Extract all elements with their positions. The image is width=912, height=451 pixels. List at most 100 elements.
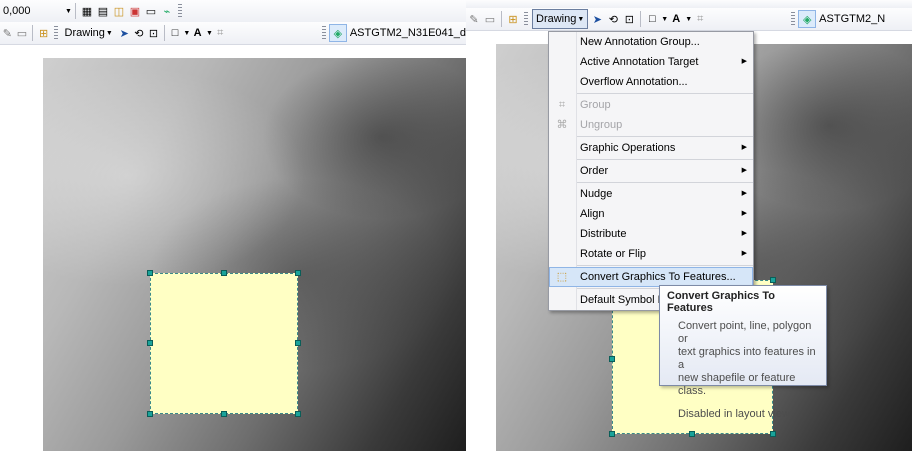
menu-item-label: Graphic Operations — [580, 142, 676, 154]
submenu-arrow-icon: ▶ — [741, 58, 747, 65]
rectangle-dropdown-arrow-icon[interactable]: ▼ — [661, 16, 668, 23]
selection-handle[interactable] — [147, 411, 153, 417]
submenu-arrow-icon: ▶ — [741, 190, 747, 197]
selection-handle[interactable] — [147, 270, 153, 276]
drawing-menu-label: Drawing — [64, 27, 105, 39]
tooltip-line: new shapefile or feature class. — [678, 372, 796, 397]
toolbar-separator — [163, 25, 165, 41]
submenu-arrow-icon: ▶ — [741, 144, 747, 151]
menu-item-label: Active Annotation Target — [580, 56, 699, 68]
tooltip-line: text graphics into features in a — [678, 346, 816, 371]
tooltip-title: Convert Graphics To Features — [667, 290, 775, 314]
layer-name-box[interactable]: ◈ ASTGTM2_N31E041_d — [328, 24, 466, 42]
arctoolbox-icon[interactable]: ▣ — [127, 3, 143, 19]
map-scale-box[interactable]: 0,000 — [1, 2, 63, 20]
toolbar-separator — [32, 25, 34, 41]
zoom-whole-page-icon[interactable]: ⊡ — [146, 25, 161, 41]
text-icon[interactable]: A — [190, 25, 205, 41]
map-scale-value: 0,000 — [3, 5, 31, 17]
menu-item-new-annotation-group[interactable]: New Annotation Group... — [549, 32, 753, 52]
tooltip-note: Disabled in layout view. — [678, 408, 793, 420]
select-elements-icon[interactable]: ➤ — [589, 11, 605, 27]
menu-item-nudge[interactable]: Nudge ▶ — [549, 184, 753, 204]
selection-handle[interactable] — [770, 277, 776, 283]
zoom-whole-page-icon[interactable]: ⊡ — [621, 11, 637, 27]
table-icon[interactable]: ▦ — [79, 3, 95, 19]
menu-item-label: Distribute — [580, 228, 627, 240]
menu-item-align[interactable]: Align ▶ — [549, 204, 753, 224]
layer-icon: ◈ — [328, 24, 347, 42]
scale-dropdown-arrow-icon[interactable]: ▼ — [65, 8, 72, 15]
layer-name-box[interactable]: ◈ ASTGTM2_N — [798, 10, 885, 28]
rectangle-icon[interactable]: □ — [168, 25, 183, 41]
submenu-arrow-icon: ▶ — [741, 250, 747, 257]
menu-item-graphic-operations[interactable]: Graphic Operations ▶ — [549, 138, 753, 158]
text-dropdown-arrow-icon[interactable]: ▼ — [685, 16, 692, 23]
model-builder-icon[interactable]: ⌁ — [159, 3, 175, 19]
submenu-arrow-icon: ▶ — [741, 210, 747, 217]
menu-item-active-annotation-target[interactable]: Active Annotation Target ▶ — [549, 52, 753, 72]
drawing-menu-button[interactable]: Drawing ▼ — [62, 24, 116, 42]
search-window-icon[interactable]: ◫ — [111, 3, 127, 19]
toolbar-separator — [501, 11, 502, 27]
menu-separator — [577, 93, 753, 94]
menu-item-label: Convert Graphics To Features... — [580, 271, 736, 283]
rectangle-icon[interactable]: □ — [644, 11, 660, 27]
selection-handle[interactable] — [609, 431, 615, 437]
selection-handle[interactable] — [295, 340, 301, 346]
selection-handle[interactable] — [689, 431, 695, 437]
comment-icon[interactable]: ▭ — [15, 25, 30, 41]
comment-icon[interactable]: ▭ — [482, 11, 498, 27]
selection-handle[interactable] — [609, 356, 615, 362]
edit-vertices-icon[interactable]: ⌗ — [213, 25, 228, 41]
menu-item-distribute[interactable]: Distribute ▶ — [549, 224, 753, 244]
text-dropdown-arrow-icon[interactable]: ▼ — [206, 30, 213, 37]
selection-handle[interactable] — [221, 411, 227, 417]
convert-graphics-tooltip: Convert Graphics To Features Convert poi… — [659, 285, 827, 420]
select-elements-icon[interactable]: ➤ — [117, 25, 132, 41]
georeference-icon[interactable]: ⊞ — [505, 11, 521, 27]
menu-separator — [577, 265, 753, 266]
menu-item-label: Default Symbol P — [580, 294, 665, 306]
toolbar-separator — [74, 3, 76, 19]
menu-item-group[interactable]: ⌗ Group — [549, 95, 753, 115]
menu-item-label: New Annotation Group... — [580, 36, 700, 48]
selection-handle[interactable] — [221, 270, 227, 276]
menu-item-label: Overflow Annotation... — [580, 76, 688, 88]
menu-separator — [577, 159, 753, 160]
menu-item-convert-graphics-to-features[interactable]: ⬚ Convert Graphics To Features... — [549, 267, 753, 287]
drawing-toolbar: ✎ ▭ ⊞ Drawing ▼ ➤ ⟲ ⊡ □ ▼ A ▼ ⌗ ◈ ASTGTM2… — [0, 22, 466, 45]
toolbar-grip[interactable] — [322, 26, 326, 40]
selection-handle[interactable] — [770, 431, 776, 437]
selection-handle[interactable] — [147, 340, 153, 346]
toolbar-grip[interactable] — [177, 4, 182, 18]
drawing-menu-button[interactable]: Drawing ▼ — [532, 9, 589, 29]
convert-graphics-icon: ⬚ — [556, 271, 568, 283]
catalog-icon[interactable]: ▤ — [95, 3, 111, 19]
tooltip-body: Convert point, line, polygon or text gra… — [660, 320, 826, 398]
standard-toolbar: 0,000 ▼ ▦ ▤ ◫ ▣ ▭ ⌁ — [0, 0, 466, 23]
georeference-icon[interactable]: ⊞ — [36, 25, 51, 41]
python-window-icon[interactable]: ▭ — [143, 3, 159, 19]
toolbar-grip[interactable] — [791, 12, 796, 26]
layer-icon: ◈ — [798, 10, 817, 28]
layer-name: ASTGTM2_N31E041_d — [349, 27, 466, 39]
rectangle-graphic[interactable] — [150, 273, 298, 414]
menu-item-rotate-or-flip[interactable]: Rotate or Flip ▶ — [549, 244, 753, 264]
menu-item-ungroup[interactable]: ⌘ Ungroup — [549, 115, 753, 135]
rectangle-dropdown-arrow-icon[interactable]: ▼ — [183, 30, 190, 37]
menu-item-order[interactable]: Order ▶ — [549, 161, 753, 181]
editor-icon[interactable]: ✎ — [466, 11, 482, 27]
selection-handle[interactable] — [295, 411, 301, 417]
editor-icon[interactable]: ✎ — [0, 25, 15, 41]
rotate-icon[interactable]: ⟲ — [605, 11, 621, 27]
toolbar-separator — [640, 11, 642, 27]
toolbar-grip[interactable] — [53, 26, 58, 40]
menu-item-overflow-annotation[interactable]: Overflow Annotation... — [549, 72, 753, 92]
toolbar-grip[interactable] — [524, 12, 528, 26]
edit-vertices-icon[interactable]: ⌗ — [692, 11, 708, 27]
text-icon[interactable]: A — [668, 11, 684, 27]
menu-separator — [577, 136, 753, 137]
selection-handle[interactable] — [295, 270, 301, 276]
rotate-icon[interactable]: ⟲ — [132, 25, 147, 41]
